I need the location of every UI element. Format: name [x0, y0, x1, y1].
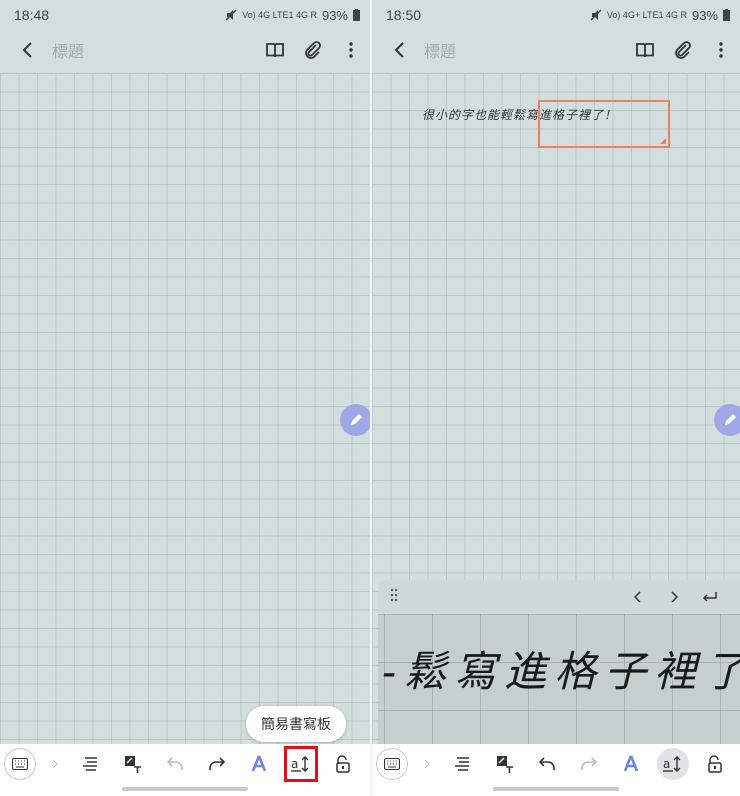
redo-icon — [581, 757, 597, 770]
status-bar: 18:48 Vo) 4G LTE1 4G R 93% — [0, 0, 370, 30]
enter-button[interactable] — [692, 580, 728, 614]
handwriting-to-text-button[interactable] — [484, 744, 526, 784]
battery-percent: 93% — [691, 7, 718, 23]
paperclip-icon — [675, 41, 691, 59]
more-button[interactable] — [332, 30, 370, 70]
network-icons: Vo) 4G LTE1 4G R — [242, 10, 317, 20]
prev-button[interactable] — [620, 580, 656, 614]
writing-target-box[interactable] — [538, 100, 670, 148]
bottom-toolbar: a — [0, 744, 370, 784]
title-field[interactable]: 標題 — [424, 38, 626, 62]
more-vert-icon — [349, 42, 353, 58]
pen-fab-button[interactable] — [714, 404, 740, 436]
lock-icon — [336, 755, 350, 773]
easy-writing-pad-button[interactable]: a — [280, 744, 322, 784]
status-time: 18:50 — [386, 7, 422, 23]
pen-fab-icon — [725, 414, 736, 425]
drag-handle-icon — [390, 588, 398, 601]
enter-icon — [702, 592, 717, 602]
handwriting-to-text-icon — [125, 756, 141, 773]
status-bar: 18:50 Vo) 4G+ LTE1 4G R 93% — [372, 0, 740, 30]
chevron-right-icon — [52, 759, 58, 769]
pen-style-icon — [623, 755, 639, 772]
undo-button[interactable] — [154, 744, 196, 784]
left-screen: 18:48 Vo) 4G LTE1 4G R 93% 標題 簡易書寫板 a — [0, 0, 370, 796]
title-field[interactable]: 標題 — [52, 38, 256, 62]
easy-writing-pad-tooltip: 簡易書寫板 — [246, 706, 346, 742]
network-icons: Vo) 4G+ LTE1 4G R — [606, 10, 687, 20]
text-align-icon — [83, 757, 97, 771]
pad-handwriting: -鬆寫進格子裡了！ — [382, 647, 740, 696]
more-button[interactable] — [702, 30, 740, 70]
undo-icon — [167, 757, 183, 770]
chevron-right-icon — [671, 591, 678, 603]
attach-button[interactable] — [664, 30, 702, 70]
book-view-button[interactable] — [626, 30, 664, 70]
pen-style-button[interactable] — [238, 744, 280, 784]
status-time: 18:48 — [14, 7, 50, 23]
redo-icon — [209, 757, 225, 770]
home-indicator — [372, 784, 740, 796]
writing-pad-bar — [378, 580, 740, 614]
book-view-icon — [266, 43, 284, 58]
pen-style-button[interactable] — [610, 744, 652, 784]
pen-fab-icon — [351, 414, 362, 425]
pen-style-icon — [251, 755, 267, 772]
bottom-toolbar: a — [372, 744, 740, 784]
attach-button[interactable] — [294, 30, 332, 70]
text-align-button[interactable] — [70, 744, 112, 784]
note-canvas[interactable] — [0, 73, 370, 744]
redo-button[interactable] — [568, 744, 610, 784]
toolbar-expand[interactable] — [412, 744, 442, 784]
handwriting-to-text-icon — [497, 756, 513, 773]
book-view-icon — [636, 43, 654, 58]
chevron-left-icon — [634, 591, 641, 603]
chevron-right-icon — [424, 759, 430, 769]
keyboard-button[interactable] — [0, 744, 40, 784]
next-button[interactable] — [656, 580, 692, 614]
toolbar-expand[interactable] — [40, 744, 70, 784]
more-vert-icon — [719, 42, 723, 58]
back-arrow-icon — [22, 42, 32, 58]
highlight-box — [284, 746, 318, 782]
undo-icon — [539, 757, 555, 770]
redo-button[interactable] — [196, 744, 238, 784]
back-arrow-icon — [394, 42, 404, 58]
text-align-icon — [455, 757, 469, 771]
lock-icon — [708, 755, 722, 773]
app-bar: 標題 — [0, 30, 370, 70]
lock-button[interactable] — [322, 744, 364, 784]
handwriting-to-text-button[interactable] — [112, 744, 154, 784]
easy-writing-pad-icon: a — [663, 756, 681, 772]
lock-button[interactable] — [694, 744, 736, 784]
undo-button[interactable] — [526, 744, 568, 784]
home-indicator — [0, 784, 370, 796]
back-button[interactable] — [8, 30, 48, 70]
paperclip-icon — [305, 41, 321, 59]
mute-icon — [225, 9, 237, 21]
status-icons: Vo) 4G+ LTE1 4G R 93% — [590, 8, 730, 23]
battery-icon — [723, 9, 730, 21]
easy-writing-pad-button[interactable]: a — [652, 744, 694, 784]
battery-percent: 93% — [321, 7, 348, 23]
writing-pad-canvas[interactable]: -鬆寫進格子裡了！ — [378, 614, 740, 746]
mute-icon — [590, 9, 602, 21]
text-align-button[interactable] — [442, 744, 484, 784]
right-screen: 18:50 Vo) 4G+ LTE1 4G R 93% 標題 很小的字也能輕鬆寫… — [372, 0, 740, 796]
keyboard-button[interactable] — [372, 744, 412, 784]
app-bar: 標題 — [372, 30, 740, 70]
battery-icon — [353, 9, 360, 21]
status-icons: Vo) 4G LTE1 4G R 93% — [225, 8, 360, 23]
book-view-button[interactable] — [256, 30, 294, 70]
back-button[interactable] — [380, 30, 420, 70]
drag-handle[interactable] — [390, 588, 620, 607]
pen-fab-button[interactable] — [340, 404, 370, 436]
easy-writing-pad-panel: -鬆寫進格子裡了！ — [378, 580, 740, 746]
svg-text:a: a — [663, 757, 670, 771]
